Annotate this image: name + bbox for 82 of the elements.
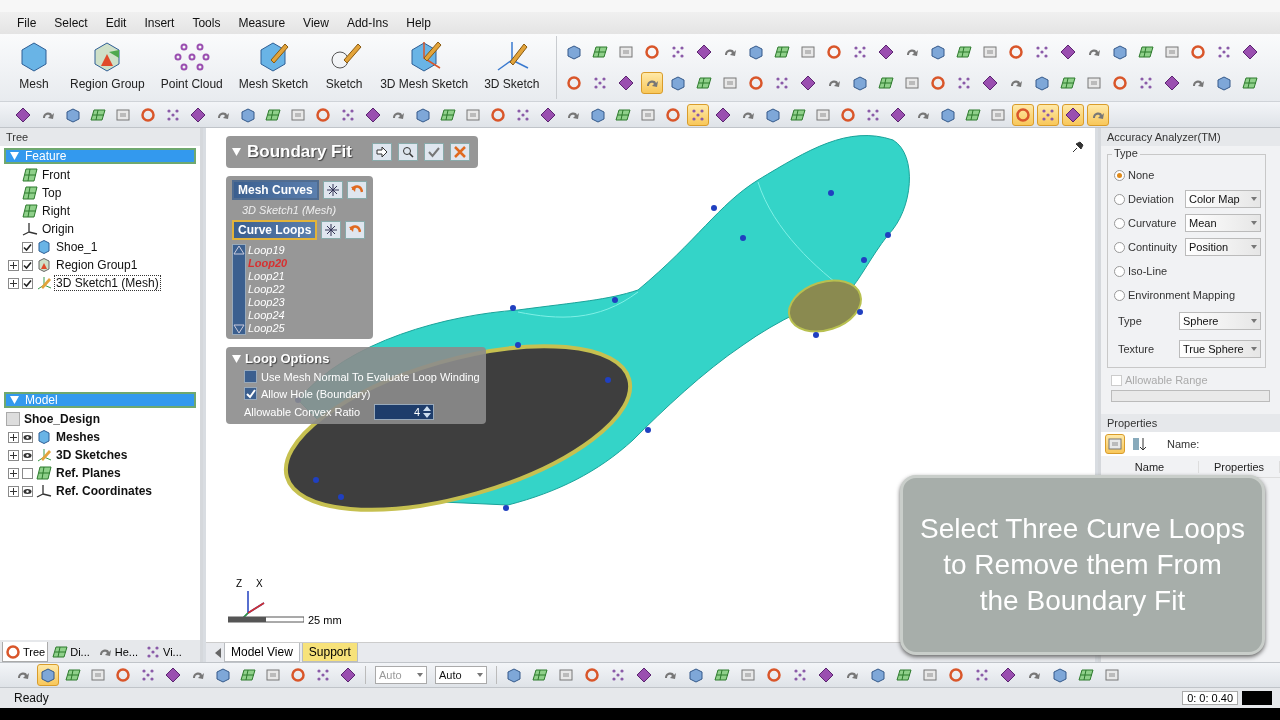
axis-label: Z [236, 578, 243, 589]
ribbon-button[interactable]: Point Cloud [152, 36, 231, 99]
menu-item[interactable]: Help [397, 16, 440, 30]
tree-label: Front [41, 168, 71, 182]
tree-label: Top [41, 186, 63, 200]
radio-label: Continuity [1128, 241, 1178, 253]
panel-tab[interactable]: Tree [2, 642, 49, 662]
section-title: Feature [25, 149, 67, 163]
mesh-curves-selector[interactable]: Mesh Curves [232, 180, 319, 200]
panel-title: Tree [6, 131, 29, 143]
status-text: Ready [14, 691, 49, 705]
field-label: Type [1118, 315, 1142, 327]
tree-label: Origin [41, 222, 75, 236]
tree-label: 3D Sketch1 (Mesh) [55, 276, 160, 290]
dropdown[interactable]: Auto [435, 666, 487, 684]
menu-item[interactable]: Measure [229, 16, 295, 30]
tree-item[interactable]: 3D Sketches [0, 446, 200, 464]
menu-item[interactable]: File [8, 16, 46, 30]
menu-item[interactable]: View [294, 16, 338, 30]
column-header: Properties [1199, 460, 1280, 473]
tree-item[interactable]: Shoe_Design [0, 410, 200, 428]
column-header: Name [1101, 460, 1199, 473]
ribbon-button[interactable]: Region Group [62, 36, 153, 99]
number-field[interactable]: 4 [374, 404, 435, 420]
dropdown[interactable]: Mean [1185, 214, 1261, 232]
panel-title: Properties [1107, 417, 1158, 429]
menu-item[interactable]: Tools [183, 16, 230, 30]
tree-item[interactable]: Right [0, 202, 200, 220]
field-label: Allowable Convex Ratio [244, 406, 361, 418]
field-label: Name: [1167, 438, 1200, 450]
dropdown[interactable]: Position [1185, 238, 1261, 256]
tree-label: Region Group1 [55, 258, 139, 272]
panel-title: Accuracy Analyzer(TM) [1107, 131, 1221, 143]
dropdown[interactable]: True Sphere [1179, 340, 1261, 358]
ribbon-button[interactable]: Mesh Sketch [230, 36, 317, 99]
menu-item[interactable]: Edit [96, 16, 136, 30]
time-field: 0: 0: 0.40 [1182, 691, 1238, 705]
tree-label: Ref. Planes [55, 466, 122, 480]
selected-item: 3D Sketch1 (Mesh) [241, 204, 338, 216]
checkbox-label: Use Mesh Normal To Evaluate Loop Winding [261, 370, 480, 383]
tree-label: Shoe_1 [55, 240, 99, 254]
radio-label: Environment Mapping [1128, 289, 1236, 301]
dropdown[interactable]: Sphere [1179, 312, 1261, 330]
tree-item[interactable]: Region Group1 [0, 256, 200, 274]
checkbox-label: Allowable Range [1125, 374, 1208, 386]
group-title: Type [1112, 147, 1140, 159]
tree-item[interactable]: Meshes [0, 428, 200, 446]
tree-item[interactable]: Origin [0, 220, 200, 238]
caption-text: Select Three Curve Loops to Remove them From the Boundary Fit [920, 512, 1245, 618]
section-title: Model [25, 393, 58, 407]
dropdown[interactable]: Color Map [1185, 190, 1261, 208]
tree-item[interactable]: Ref. Planes [0, 464, 200, 482]
view-tab[interactable]: Support [301, 643, 358, 662]
checkbox-label: Allow Hole (Boundary) [261, 387, 371, 400]
radio-label: Curvature [1128, 217, 1178, 229]
tree-label: Right [41, 204, 71, 218]
menu-item[interactable]: Select [45, 16, 97, 30]
tree-item[interactable]: Front [0, 166, 200, 184]
tree-item[interactable]: Shoe_1 [0, 238, 200, 256]
view-tab[interactable]: Model View [224, 643, 300, 662]
field-label: Texture [1118, 343, 1155, 355]
tree-label: Shoe_Design [23, 412, 102, 426]
radio-label: Deviation [1128, 193, 1175, 205]
ribbon-button[interactable]: Mesh [6, 36, 62, 99]
tree-label: Meshes [55, 430, 102, 444]
menu-item[interactable]: Insert [135, 16, 184, 30]
radio-label: Iso-Line [1128, 265, 1169, 277]
axis-label: X [256, 578, 263, 589]
tree-item[interactable]: 3D Sketch1 (Mesh) [0, 274, 200, 292]
tree-label: Ref. Coordinates [55, 484, 153, 498]
radio-label: None [1128, 169, 1156, 181]
tree-label: 3D Sketches [55, 448, 129, 462]
panel-title: Boundary Fit [247, 142, 352, 162]
ribbon-button[interactable]: Sketch [316, 36, 373, 99]
scale-label: 25 mm [308, 614, 342, 626]
tree-item[interactable]: Top [0, 184, 200, 202]
menu-item[interactable]: Add-Ins [337, 16, 398, 30]
ribbon-button[interactable]: 3D Mesh Sketch [372, 36, 477, 99]
ribbon-button[interactable]: 3D Sketch [476, 36, 548, 99]
curve-loops-selector[interactable]: Curve Loops [232, 220, 318, 240]
section-title: Loop Options [245, 351, 330, 366]
tree-item[interactable]: Ref. Coordinates [0, 482, 200, 500]
